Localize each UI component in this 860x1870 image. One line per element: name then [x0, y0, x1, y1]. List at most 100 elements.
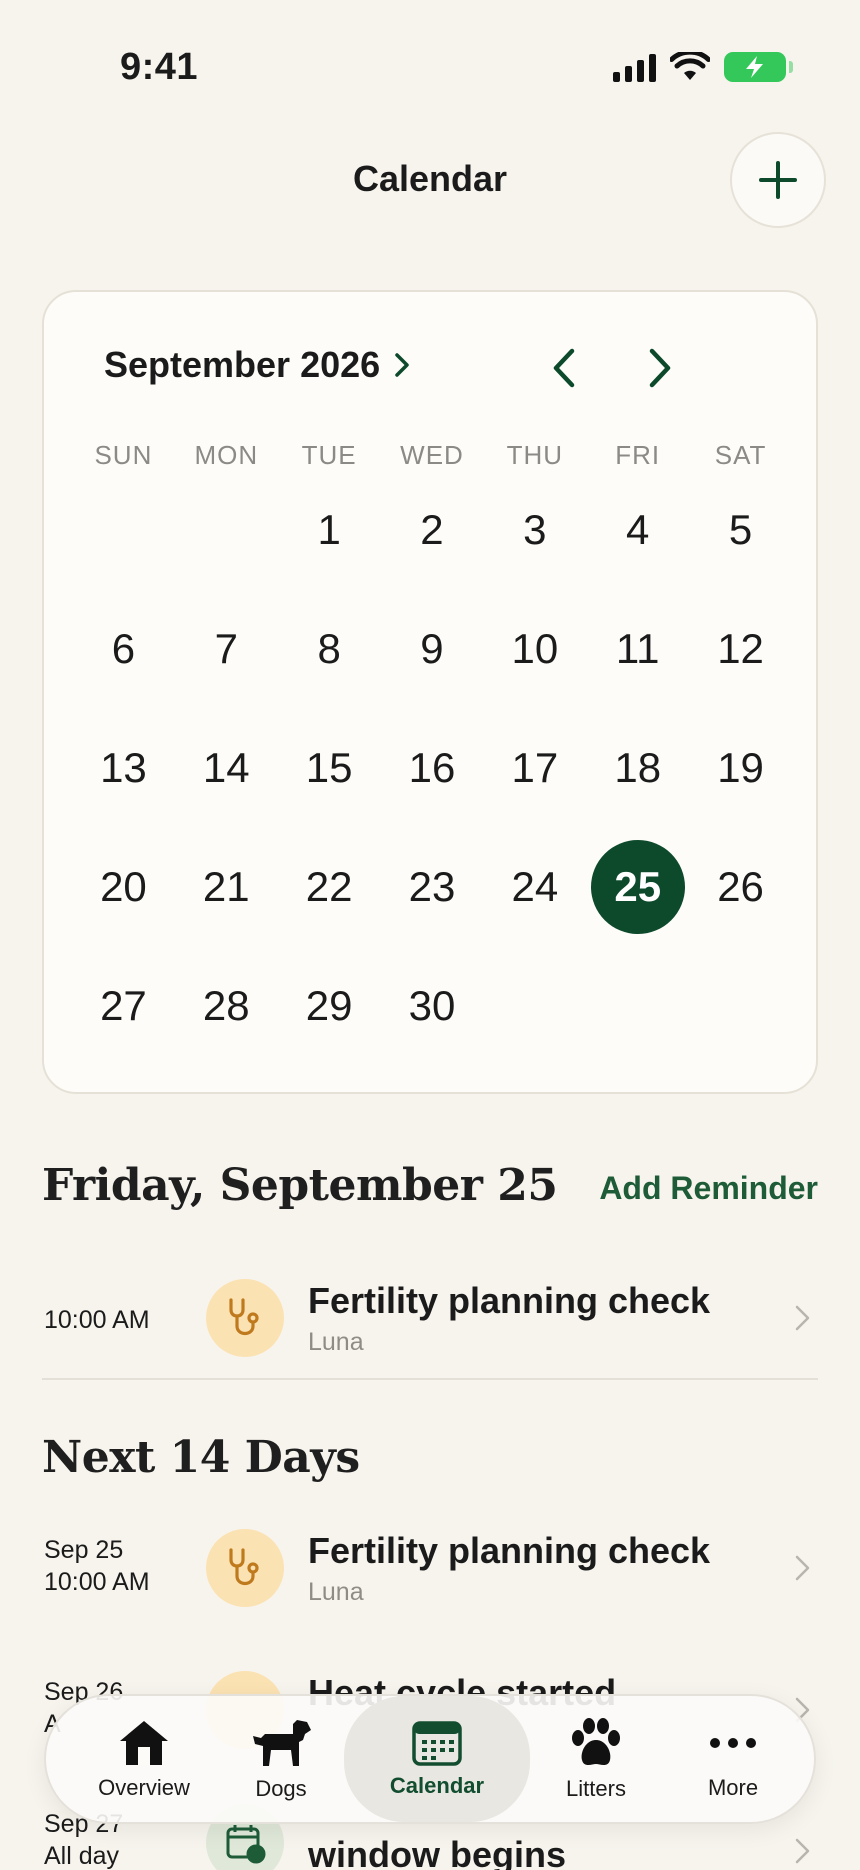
month-picker-button[interactable]: September 2026 — [104, 344, 410, 386]
status-bar: 9:41 — [0, 0, 860, 140]
calendar-day[interactable]: 22 — [278, 827, 381, 946]
selected-day-title: Friday, September 25 — [42, 1160, 558, 1211]
calendar-day[interactable]: 23 — [381, 827, 484, 946]
calendar-day[interactable]: 24 — [483, 827, 586, 946]
selected-day[interactable]: 25 — [586, 827, 689, 946]
event-title: Fertility planning check — [308, 1530, 711, 1571]
battery-charging-icon — [724, 52, 793, 82]
house-icon — [120, 1721, 168, 1765]
tab-label: Dogs — [255, 1776, 307, 1801]
calendar-day[interactable]: 27 — [72, 946, 175, 1065]
upcoming-title: Next 14 Days — [42, 1432, 360, 1483]
weekday-label: TUE — [301, 440, 357, 470]
weekday-label: SUN — [94, 440, 153, 470]
calendar-day[interactable]: 9 — [381, 589, 484, 708]
calendar-day[interactable]: 12 — [689, 589, 792, 708]
day-number: 22 — [305, 862, 353, 910]
day-number: 1 — [317, 505, 341, 553]
day-number: 23 — [408, 862, 456, 910]
tab-label: Overview — [98, 1775, 190, 1800]
calendar-day[interactable]: 10 — [483, 589, 586, 708]
calendar-day[interactable]: 6 — [72, 589, 175, 708]
calendar-day[interactable]: 8 — [278, 589, 381, 708]
chevron-right-icon — [395, 353, 409, 377]
event-time: 10:00 AM — [44, 1568, 150, 1596]
calendar-day[interactable]: 11 — [586, 589, 689, 708]
status-icons — [613, 52, 793, 82]
calendar-day[interactable]: 19 — [689, 708, 792, 827]
tab-label: Calendar — [389, 1773, 485, 1798]
calendar-day[interactable]: 3 — [483, 470, 586, 589]
tab-more[interactable]: More — [678, 1696, 788, 1822]
day-number: 17 — [511, 743, 559, 791]
plus-icon — [759, 161, 797, 199]
calendar-day[interactable]: 16 — [381, 708, 484, 827]
event-row[interactable]: 10:00 AM Fertility planning check Luna — [42, 1258, 818, 1378]
tab-overview[interactable]: Overview — [84, 1696, 204, 1822]
calendar-day[interactable]: 29 — [278, 946, 381, 1065]
day-number: 10 — [511, 624, 559, 672]
calendar-day[interactable]: 2 — [381, 470, 484, 589]
day-number: 20 — [100, 862, 147, 910]
cellular-signal-icon — [613, 52, 656, 82]
day-number: 24 — [511, 862, 559, 910]
wifi-icon — [670, 52, 710, 80]
status-time: 9:41 — [120, 46, 199, 88]
tab-label: Litters — [566, 1776, 626, 1801]
calendar-day[interactable]: 15 — [278, 708, 381, 827]
paw-icon — [572, 1718, 620, 1765]
day-number: 6 — [111, 624, 136, 672]
empty-day-cell — [72, 470, 175, 589]
day-number: 13 — [100, 743, 147, 791]
calendar-day[interactable]: 17 — [483, 708, 586, 827]
next-month-button[interactable] — [632, 340, 688, 396]
weekday-label: THU — [506, 440, 564, 470]
event-time: 10:00 AM — [44, 1306, 150, 1334]
calendar-day[interactable]: 1 — [278, 470, 381, 589]
weekday-label: WED — [400, 440, 464, 470]
add-event-button[interactable] — [730, 132, 826, 228]
day-number: 11 — [615, 624, 660, 672]
day-number: 3 — [523, 505, 547, 553]
event-row[interactable]: Sep 25 10:00 AM Fertility planning check… — [42, 1508, 818, 1628]
tab-label: More — [707, 1775, 759, 1800]
divider — [42, 1378, 818, 1380]
calendar-day[interactable]: 28 — [175, 946, 278, 1065]
day-number: 19 — [717, 743, 764, 791]
event-subtitle: Luna — [308, 1578, 364, 1606]
weekday-label: SAT — [714, 440, 767, 470]
event-title: window begins — [308, 1834, 566, 1870]
calendar-day[interactable]: 30 — [381, 946, 484, 1065]
tab-litters[interactable]: Litters — [536, 1696, 656, 1822]
tab-calendar[interactable]: Calendar — [344, 1696, 530, 1822]
day-number: 16 — [408, 743, 456, 791]
calendar-day[interactable]: 21 — [175, 827, 278, 946]
day-number: 28 — [202, 981, 250, 1029]
calendar-icon — [412, 1721, 462, 1766]
calendar-day[interactable]: 7 — [175, 589, 278, 708]
day-number: 4 — [626, 505, 650, 553]
calendar-day[interactable]: 5 — [689, 470, 792, 589]
day-grid: 1 2 3 4 5 6 7 8 9 10 11 12 13 14 15 16 17 18 19 20 21 22 23 24 2… — [72, 470, 792, 1065]
stethoscope-icon — [206, 1279, 284, 1357]
day-number: 21 — [202, 862, 250, 910]
tab-dogs[interactable]: Dogs — [226, 1696, 336, 1822]
calendar-day[interactable]: 14 — [175, 708, 278, 827]
day-number: 9 — [420, 624, 444, 672]
day-number: 15 — [305, 743, 353, 791]
calendar-day[interactable]: 20 — [72, 827, 175, 946]
calendar-day[interactable]: 18 — [586, 708, 689, 827]
calendar-day[interactable]: 13 — [72, 708, 175, 827]
weekday-label: MON — [194, 440, 259, 470]
day-number: 26 — [717, 862, 764, 910]
calendar-day[interactable]: 4 — [586, 470, 689, 589]
previous-month-button[interactable] — [536, 340, 592, 396]
add-reminder-button[interactable]: Add Reminder — [599, 1170, 818, 1207]
day-number: 29 — [305, 981, 353, 1029]
day-number: 12 — [717, 624, 764, 672]
ellipsis-icon — [710, 1738, 756, 1748]
calendar-day[interactable]: 26 — [689, 827, 792, 946]
month-label: September 2026 — [104, 344, 381, 385]
day-number: 14 — [202, 743, 250, 791]
event-title: Fertility planning check — [308, 1280, 711, 1321]
